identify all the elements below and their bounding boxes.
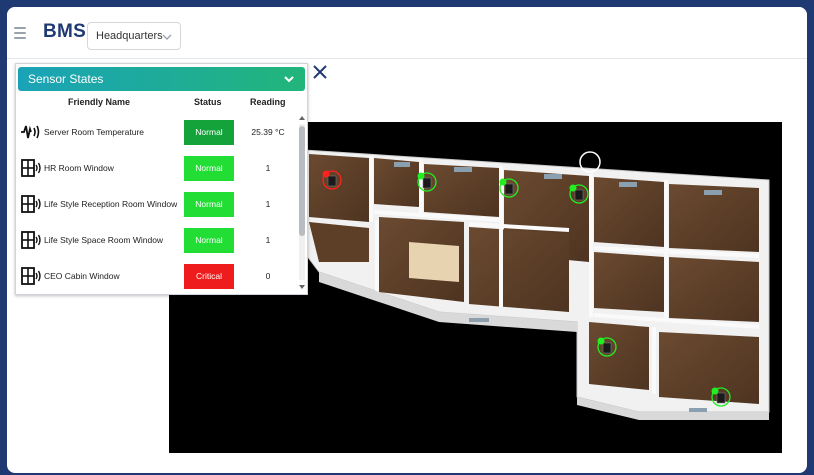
sensor-name: Life Style Space Room Window <box>44 235 164 245</box>
sensor-reading: 0 <box>265 271 271 281</box>
sensor-states-panel: Sensor States Friendly Name Status Readi… <box>15 63 308 295</box>
top-bar: BMS Headquarters <box>7 7 807 59</box>
status-badge: Normal <box>184 192 234 217</box>
status-badge: Critical <box>184 264 234 289</box>
table-row[interactable]: Server Room Temperature Normal 25.39 °C <box>16 114 296 150</box>
room-floor <box>594 177 664 247</box>
app-window: BMS Headquarters Sensor States Friendly … <box>7 7 807 473</box>
staircase <box>409 242 459 282</box>
outer-wall <box>639 412 769 420</box>
room-floor <box>659 332 759 404</box>
window-sensor-icon <box>20 194 42 214</box>
status-badge: Normal <box>184 120 234 145</box>
sensor-reading: 1 <box>265 199 271 209</box>
table-row[interactable]: Life Style Space Room Window Normal 1 <box>16 222 296 258</box>
sensor-reading: 1 <box>265 235 271 245</box>
window-sensor-icon <box>20 266 42 286</box>
hamburger-menu-icon[interactable] <box>14 27 26 39</box>
status-badge: Normal <box>184 228 234 253</box>
room-floor <box>669 257 759 322</box>
window-sensor-icon <box>20 158 42 178</box>
status-badge: Normal <box>184 156 234 181</box>
close-icon[interactable] <box>311 63 329 81</box>
table-row[interactable]: CEO Cabin Window Critical 0 <box>16 258 296 292</box>
window-sensor-icon <box>20 230 42 250</box>
table-row[interactable]: Life Style Reception Room Window Normal 1 <box>16 186 296 222</box>
room-floor <box>589 322 649 390</box>
sensor-panel-title: Sensor States <box>28 72 104 86</box>
scroll-up-icon[interactable] <box>299 115 305 121</box>
scroll-down-icon[interactable] <box>299 284 305 290</box>
site-selector[interactable]: Headquarters <box>87 22 181 50</box>
sensor-reading: 25.39 °C <box>251 127 285 137</box>
chevron-down-icon[interactable] <box>283 73 295 85</box>
sensor-name: CEO Cabin Window <box>44 271 120 281</box>
sensor-name: HR Room Window <box>44 163 114 173</box>
room-floor <box>309 222 369 262</box>
sensor-table-body: Server Room Temperature Normal 25.39 °C HR … <box>16 114 296 292</box>
sensor-table-scrollbar[interactable] <box>297 114 306 290</box>
room-floor <box>469 227 569 312</box>
sensor-name: Server Room Temperature <box>44 127 144 137</box>
scroll-thumb[interactable] <box>299 126 305 236</box>
column-reading: Reading <box>250 97 286 107</box>
sensor-name: Life Style Reception Room Window <box>44 199 178 209</box>
sensor-panel-header[interactable]: Sensor States <box>18 67 305 91</box>
app-brand: BMS <box>43 21 87 42</box>
column-friendly-name: Friendly Name <box>68 97 131 107</box>
sensor-reading: 1 <box>265 163 271 173</box>
site-selector-value: Headquarters <box>96 30 163 42</box>
temperature-sensor-icon <box>20 122 42 142</box>
table-row[interactable]: HR Room Window Normal 1 <box>16 150 296 186</box>
sensor-table-header: Friendly Name Status Reading <box>16 97 296 113</box>
column-status: Status <box>194 97 222 107</box>
chevron-down-icon <box>162 34 172 40</box>
room-floor <box>594 252 664 312</box>
room-floor <box>309 154 369 222</box>
